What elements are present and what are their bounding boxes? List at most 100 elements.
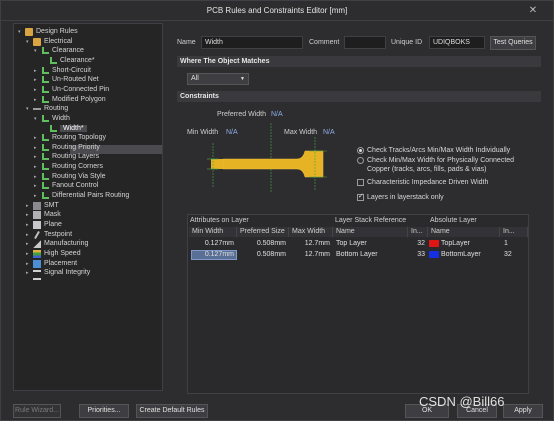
collapsed-arrow-icon[interactable]: ▸ <box>26 230 33 240</box>
tree-item-width[interactable]: Width* <box>42 124 87 134</box>
collapsed-arrow-icon[interactable]: ▸ <box>34 133 41 143</box>
cell-idx[interactable]: 32 <box>408 239 428 249</box>
tree-item-modified-polygon[interactable]: ▸ Modified Polygon <box>34 95 106 105</box>
collapsed-arrow-icon[interactable]: ▸ <box>34 191 41 201</box>
tree-item-differential-pairs-routing[interactable]: ▸ Differential Pairs Routing <box>34 191 129 201</box>
column-preferred-size[interactable]: Preferred Size <box>237 227 289 237</box>
tree-item-routing-priority[interactable]: ▸ Routing Priority <box>34 143 100 153</box>
rule-wizard-button[interactable]: Rule Wizard... <box>13 404 61 418</box>
where-select[interactable]: All ▼ <box>187 73 249 85</box>
column-layer-name[interactable]: Name <box>333 227 408 237</box>
tree-item-design-rules[interactable]: ▾ Design Rules <box>18 27 78 37</box>
tree-item-manufacturing[interactable]: ▸ Manufacturing <box>26 239 88 249</box>
cell-layer[interactable]: Top Layer <box>336 239 408 249</box>
tree-item-label: Placement <box>44 259 78 267</box>
checkbox[interactable] <box>357 192 364 201</box>
tree-item-un-connected-pin[interactable]: ▸ Un-Connected Pin <box>34 85 109 95</box>
priorities-button[interactable]: Priorities... <box>79 404 129 418</box>
column-min-width[interactable]: Min Width <box>189 227 237 237</box>
column-absolute-index[interactable]: In... <box>500 227 528 237</box>
option-label: Layers in layerstack only <box>367 194 444 201</box>
tree-item-routing-corners[interactable]: ▸ Routing Corners <box>34 162 103 172</box>
rules-tree[interactable]: ▾ Design Rules ▾ Electrical ▾ Clearance Cleara… <box>13 23 163 391</box>
expanded-arrow-icon[interactable]: ▾ <box>34 46 41 56</box>
collapsed-arrow-icon[interactable]: ▸ <box>34 152 41 162</box>
signal-integrity-icon <box>33 269 41 281</box>
column-max-width[interactable]: Max Width <box>289 227 333 237</box>
tree-item-label: Width* <box>60 124 87 132</box>
tree-item-mask[interactable]: ▸ Mask <box>26 210 61 220</box>
table-row[interactable]: 0.127mm 0.508mm 12.7mm Top Layer 32 TopLayer 1 <box>189 239 529 249</box>
tree-item-label: Short-Circuit <box>52 66 91 74</box>
tree-item-routing-via-style[interactable]: ▸ Routing Via Style <box>34 172 106 182</box>
tree-item-placement[interactable]: ▸ Placement <box>26 259 77 269</box>
tree-item-short-circuit[interactable]: ▸ Short-Circuit <box>34 66 91 76</box>
cell-layer[interactable]: Bottom Layer <box>336 250 408 260</box>
column-absolute-name[interactable]: Name <box>428 227 500 237</box>
tree-item-routing[interactable]: ▾ Routing <box>26 104 68 114</box>
collapsed-arrow-icon[interactable]: ▸ <box>34 75 41 85</box>
tree-item-smt[interactable]: ▸ SMT <box>26 201 59 211</box>
group-layer-stack-reference: Layer Stack Reference <box>335 217 407 224</box>
tree-item-label: High Speed <box>44 249 81 257</box>
comment-input[interactable] <box>344 36 386 49</box>
tree-item-routing-topology[interactable]: ▸ Routing Topology <box>34 133 106 143</box>
collapsed-arrow-icon[interactable]: ▸ <box>34 85 41 95</box>
collapsed-arrow-icon[interactable]: ▸ <box>26 249 33 259</box>
collapsed-arrow-icon[interactable]: ▸ <box>34 172 41 182</box>
collapsed-arrow-icon[interactable]: ▸ <box>26 239 33 249</box>
collapsed-arrow-icon[interactable]: ▸ <box>26 210 33 220</box>
collapsed-arrow-icon[interactable]: ▸ <box>34 181 41 191</box>
routing-icon <box>33 105 41 113</box>
expanded-arrow-icon[interactable]: ▾ <box>18 27 25 37</box>
tree-item-testpoint[interactable]: ▸ Testpoint <box>26 230 72 240</box>
apply-button[interactable]: Apply <box>503 404 543 418</box>
create-default-rules-button[interactable]: Create Default Rules <box>136 404 208 418</box>
collapsed-arrow-icon[interactable]: ▸ <box>34 143 41 153</box>
collapsed-arrow-icon[interactable]: ▸ <box>34 95 41 105</box>
tree-item-fanout-control[interactable]: ▸ Fanout Control <box>34 181 98 191</box>
expanded-arrow-icon[interactable]: ▾ <box>26 104 33 114</box>
tree-item-un-routed-net[interactable]: ▸ Un-Routed Net <box>34 75 99 85</box>
tree-item-routing-layers[interactable]: ▸ Routing Layers <box>34 152 99 162</box>
collapsed-arrow-icon[interactable]: ▸ <box>26 201 33 211</box>
tree-item-label: Clearance <box>52 47 84 55</box>
radio-button[interactable] <box>357 147 364 154</box>
collapsed-arrow-icon[interactable]: ▸ <box>26 259 33 269</box>
title-bar[interactable]: PCB Rules and Constraints Editor [mm] ✕ <box>1 1 553 21</box>
radio-button[interactable] <box>357 157 364 164</box>
collapsed-arrow-icon[interactable]: ▸ <box>26 220 33 230</box>
cell-max[interactable]: 12.7mm <box>289 239 333 249</box>
tree-item-clearance[interactable]: Clearance* <box>42 56 95 66</box>
expanded-arrow-icon[interactable]: ▾ <box>34 114 41 124</box>
collapsed-arrow-icon[interactable]: ▸ <box>26 268 33 278</box>
name-input[interactable]: Width <box>201 36 303 49</box>
close-icon[interactable]: ✕ <box>527 5 539 17</box>
checkbox[interactable] <box>357 179 364 186</box>
cell-pref[interactable]: 0.508mm <box>237 250 289 260</box>
tree-item-signal-integrity[interactable]: ▸ Signal Integrity <box>26 268 90 281</box>
cell-abs-name[interactable]: TopLayer <box>441 239 501 249</box>
column-layer-index[interactable]: In... <box>408 227 428 237</box>
cell-max[interactable]: 12.7mm <box>289 250 333 260</box>
cell-min[interactable]: 0.127mm <box>189 250 237 260</box>
tree-item-electrical[interactable]: ▾ Electrical <box>26 37 72 47</box>
tree-item-width[interactable]: ▾ Width <box>34 114 70 124</box>
collapsed-arrow-icon[interactable]: ▸ <box>34 66 41 76</box>
tree-item-high-speed[interactable]: ▸ High Speed <box>26 249 81 259</box>
cell-abs-name[interactable]: BottomLayer <box>441 250 501 260</box>
smt-icon <box>33 201 41 210</box>
cell-min[interactable]: 0.127mm <box>189 239 237 249</box>
tree-item-clearance[interactable]: ▾ Clearance <box>34 46 84 56</box>
tree-item-plane[interactable]: ▸ Plane <box>26 220 62 230</box>
cell-idx[interactable]: 33 <box>408 250 428 260</box>
expanded-arrow-icon[interactable]: ▾ <box>26 37 33 47</box>
cell-pref[interactable]: 0.508mm <box>237 239 289 249</box>
test-queries-button[interactable]: Test Queries <box>490 36 536 50</box>
collapsed-arrow-icon[interactable]: ▸ <box>34 162 41 172</box>
unique-id-input[interactable]: UDIQBOKS <box>429 36 485 49</box>
layer-attributes-grid[interactable]: Attributes on Layer Layer Stack Referenc… <box>187 214 529 394</box>
table-row[interactable]: 0.127mm 0.508mm 12.7mm Bottom Layer 33 Bottom… <box>189 250 529 260</box>
cell-abs-idx[interactable]: 1 <box>501 239 527 249</box>
cell-abs-idx[interactable]: 32 <box>501 250 527 260</box>
